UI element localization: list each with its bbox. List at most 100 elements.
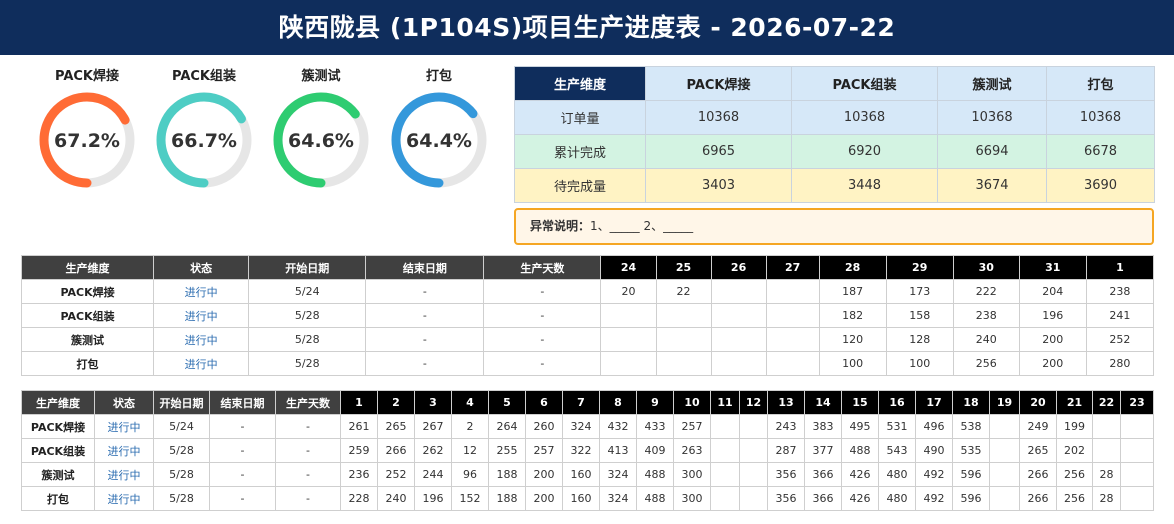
gauge-label: PACK组装 [171, 69, 236, 84]
column-header: 结束日期 [365, 255, 485, 280]
daily-value: 480 [878, 462, 916, 487]
table-row: PACK组装 进行中 5/28- -182 158 238 196 241 [20, 303, 1155, 328]
daily-value: 300 [673, 486, 711, 511]
end-date: - [209, 414, 276, 439]
table-row: 簇测试 进行中 5/28- -236 252 244 96 188 200 160 324 488 30… [21, 462, 1154, 487]
summary-row-label: 订单量 [514, 100, 646, 135]
day-header: 2 [377, 390, 415, 415]
daily-value: 356 [767, 486, 805, 511]
daily-value: 488 [636, 486, 674, 511]
daily-value: 188 [488, 462, 526, 487]
daily-value: 182 [818, 303, 887, 328]
start-date: 5/28 [248, 351, 367, 376]
daily-value: 257 [525, 438, 563, 463]
anomaly-label: 异常说明： [530, 219, 591, 233]
summary-header-cell: PACK组装 [791, 66, 938, 101]
end-date: - [365, 279, 485, 304]
end-date: - [209, 462, 276, 487]
status-link[interactable]: 进行中 [94, 438, 154, 463]
end-date: - [365, 327, 485, 352]
daily-value: 152 [451, 486, 489, 511]
summary-cell: 6694 [937, 134, 1047, 169]
table-row: 打包 进行中 5/28- -100 100 256 200 280 [20, 351, 1155, 376]
day-header: 5 [488, 390, 526, 415]
production-days: - [483, 279, 602, 304]
daily-value: 100 [885, 351, 954, 376]
day-header: 4 [451, 390, 489, 415]
daily-value: 256 [952, 351, 1020, 376]
status-link[interactable]: 进行中 [153, 351, 250, 376]
status-link[interactable]: 进行中 [153, 279, 250, 304]
status-link[interactable]: 进行中 [153, 327, 250, 352]
daily-value: 266 [377, 438, 415, 463]
daily-value: 202 [1056, 438, 1093, 463]
production-days: - [483, 351, 602, 376]
row-dimension: PACK焊接 [20, 279, 155, 304]
production-days: - [275, 438, 341, 463]
daily-value: 543 [878, 438, 916, 463]
summary-row-order: 订单量 10368 10368 10368 10368 [514, 100, 1155, 135]
table-header-row: 生产维度 状态 开始日期 结束日期 生产天数 24 25 26 27 28 29 30 31 1 [20, 255, 1155, 280]
daily-value: 241 [1085, 303, 1155, 328]
day-header: 16 [878, 390, 916, 415]
daily-value [989, 486, 1020, 511]
daily-value: 596 [952, 462, 990, 487]
daily-value: 322 [562, 438, 600, 463]
gauge-ring: 64.4% [391, 92, 487, 188]
start-date: 5/28 [248, 303, 367, 328]
summary-cell: 3690 [1046, 168, 1155, 203]
summary-table: 生产维度 PACK焊接 PACK组装 簇测试 打包 订单量 10368 1036… [514, 66, 1155, 203]
daily-value: 256 [1056, 462, 1093, 487]
daily-value: 490 [915, 438, 953, 463]
daily-value [600, 327, 657, 352]
daily-value: 324 [562, 414, 600, 439]
day-header: 12 [739, 390, 768, 415]
daily-value: 280 [1085, 351, 1155, 376]
daily-value [739, 438, 768, 463]
gauge-label: 打包 [425, 69, 452, 84]
day-header: 22 [1092, 390, 1121, 415]
daily-value: 238 [1085, 279, 1155, 304]
daily-value [710, 303, 767, 328]
daily-value: 356 [767, 462, 805, 487]
daily-value [765, 279, 820, 304]
production-days: - [483, 327, 602, 352]
day-header: 29 [885, 255, 954, 280]
daily-value [989, 414, 1020, 439]
day-header: 15 [841, 390, 879, 415]
status-link[interactable]: 进行中 [153, 303, 250, 328]
status-link[interactable]: 进行中 [94, 462, 154, 487]
summary-cell: 10368 [1046, 100, 1155, 135]
daily-value: 433 [636, 414, 674, 439]
daily-value: 187 [818, 279, 887, 304]
daily-value [1120, 462, 1154, 487]
daily-value [710, 414, 740, 439]
daily-value: 366 [804, 462, 842, 487]
table-row: PACK组装 进行中 5/28- -259 266 262 12 255 257 322 413 40… [21, 438, 1154, 463]
daily-table-month-2: 生产维度 状态 开始日期 结束日期 生产天数 1 2 3 4 5 6 7 8 9 10 11 12 13 14 15 1… [21, 390, 1154, 511]
daily-value: 158 [885, 303, 954, 328]
status-link[interactable]: 进行中 [94, 414, 154, 439]
daily-value [765, 327, 820, 352]
gauge-ring: 67.2% [39, 92, 135, 188]
daily-value [710, 351, 767, 376]
day-header: 24 [600, 255, 657, 280]
daily-value: 426 [841, 462, 879, 487]
table-row: PACK焊接 进行中 5/24- -20 22 187 173 222 204 238 [20, 279, 1155, 304]
anomaly-text[interactable]: 1、_____ 2、_____ [590, 219, 693, 233]
day-header: 20 [1019, 390, 1057, 415]
daily-value [655, 327, 712, 352]
daily-value [989, 462, 1020, 487]
production-days: - [275, 486, 341, 511]
daily-value: 128 [885, 327, 954, 352]
start-date: 5/24 [153, 414, 210, 439]
gauge-label: PACK焊接 [54, 69, 119, 84]
row-dimension: PACK组装 [21, 438, 95, 463]
status-link[interactable]: 进行中 [94, 486, 154, 511]
daily-value: 383 [804, 414, 842, 439]
daily-value: 252 [377, 462, 415, 487]
daily-value [1092, 438, 1121, 463]
daily-value [1120, 414, 1154, 439]
summary-cell: 6920 [791, 134, 938, 169]
day-header: 9 [636, 390, 674, 415]
